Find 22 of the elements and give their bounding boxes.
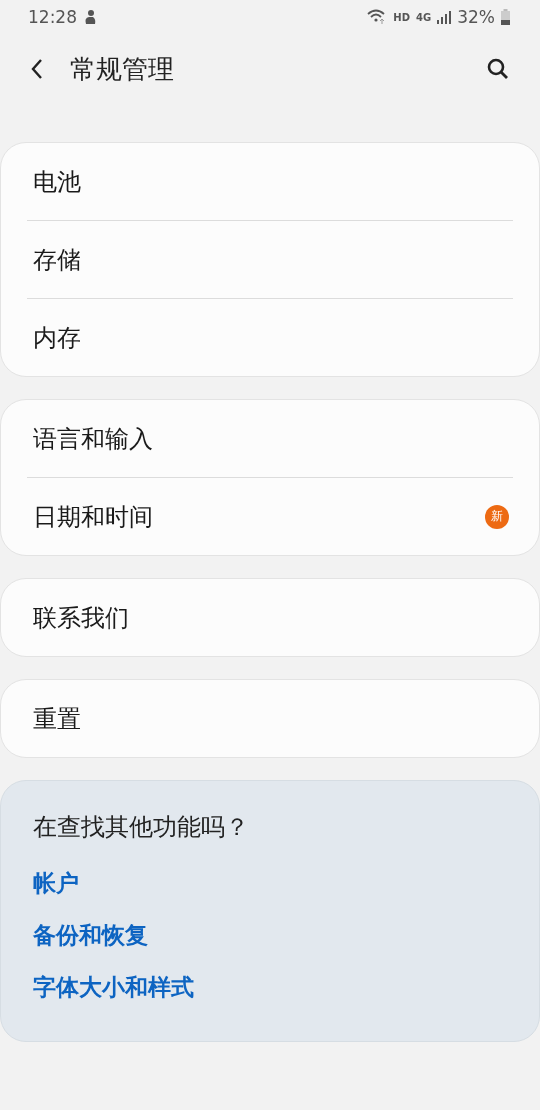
suggestion-link[interactable]: 字体大小和样式 <box>33 971 194 1003</box>
battery-level: 32% <box>457 7 495 27</box>
settings-item[interactable]: 电池 <box>1 143 539 220</box>
settings-item[interactable]: 日期和时间 新 <box>1 478 539 555</box>
new-badge: 新 <box>485 504 509 529</box>
battery-icon <box>501 9 510 25</box>
signal-icon <box>437 10 452 24</box>
suggestion-title: 在查找其他功能吗？ <box>33 812 250 843</box>
status-time: 12:28 <box>28 7 77 27</box>
page-title: 常规管理 <box>70 52 174 86</box>
search-icon <box>486 57 510 81</box>
settings-item[interactable]: 联系我们 <box>1 579 539 656</box>
suggestion-link[interactable]: 备份和恢复 <box>33 919 148 951</box>
back-icon <box>30 58 44 80</box>
settings-item[interactable]: 重置 <box>1 680 539 757</box>
settings-item[interactable]: 内存 <box>1 299 539 376</box>
network-type: 4G <box>416 11 432 23</box>
network-label: HD <box>393 11 411 23</box>
settings-item[interactable]: 语言和输入 <box>1 400 539 477</box>
suggestion-link[interactable]: 帐户 <box>33 867 79 899</box>
notification-icon <box>83 9 97 25</box>
settings-item[interactable]: 存储 <box>1 221 539 298</box>
